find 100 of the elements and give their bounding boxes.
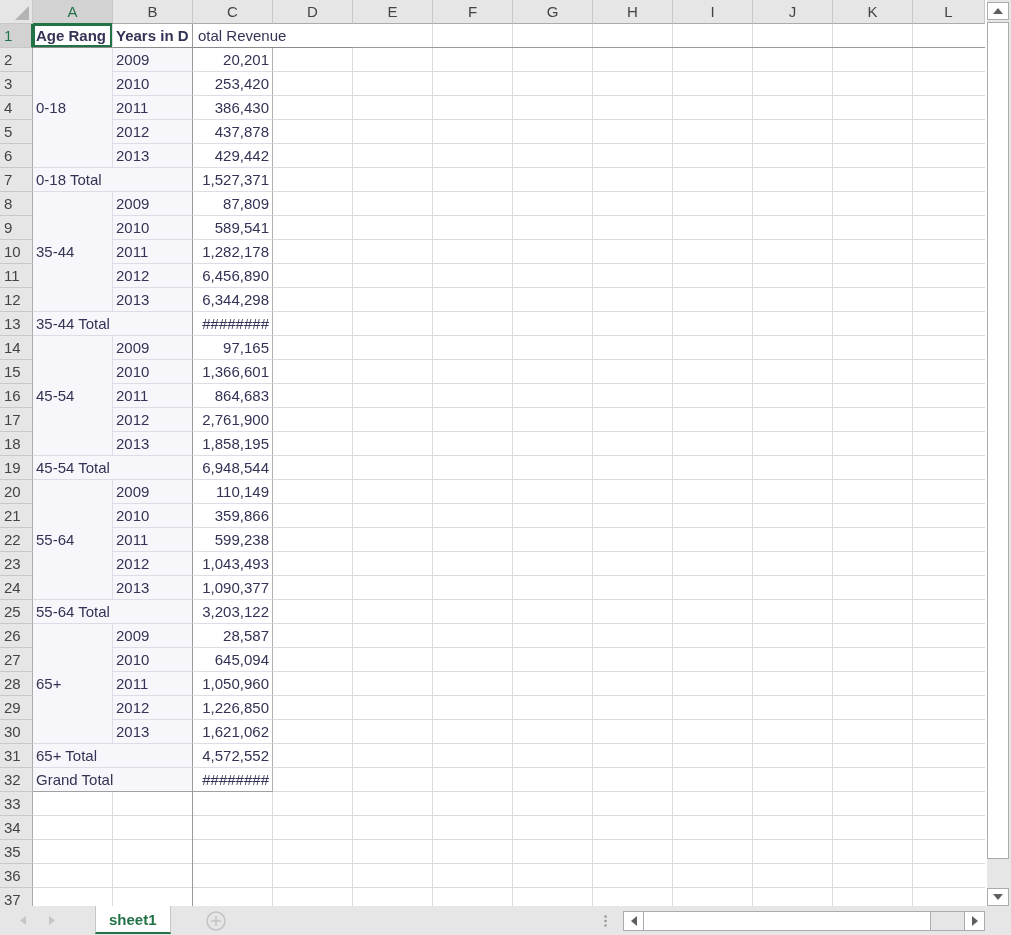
table-cell: 2012 [113, 696, 193, 720]
scroll-up-button[interactable] [987, 2, 1009, 20]
table-cell: 1,050,960 [193, 672, 273, 696]
cell-grid[interactable] [0, 0, 985, 906]
vertical-scrollbar[interactable] [987, 0, 1011, 906]
table-cell: 2013 [113, 288, 193, 312]
row-header[interactable]: 9 [0, 216, 33, 240]
table-cell: 65+ Total [33, 744, 193, 768]
table-cell: 1,282,178 [193, 240, 273, 264]
row-header[interactable]: 31 [0, 744, 33, 768]
row-header[interactable]: 37 [0, 888, 33, 906]
row-header[interactable]: 12 [0, 288, 33, 312]
row-header[interactable]: 13 [0, 312, 33, 336]
row-header[interactable]: 16 [0, 384, 33, 408]
column-header[interactable]: B [113, 0, 193, 24]
column-header[interactable]: A [33, 0, 113, 24]
table-cell: 87,809 [193, 192, 273, 216]
splitter-icon[interactable] [604, 914, 607, 927]
row-header[interactable]: 30 [0, 720, 33, 744]
caret-down-icon [993, 894, 1003, 900]
scrollbar-thumb[interactable] [987, 22, 1009, 859]
table-cell: 864,683 [193, 384, 273, 408]
table-cell: 3,203,122 [193, 600, 273, 624]
table-cell: 55-64 [33, 480, 113, 600]
row-header[interactable]: 8 [0, 192, 33, 216]
row-header[interactable]: 20 [0, 480, 33, 504]
table-cell: 2013 [113, 432, 193, 456]
horizontal-scrollbar[interactable] [623, 910, 985, 931]
row-header[interactable]: 33 [0, 792, 33, 816]
scroll-left-button[interactable] [624, 911, 643, 930]
column-header[interactable]: J [753, 0, 833, 24]
column-header[interactable]: I [673, 0, 753, 24]
row-header[interactable]: 27 [0, 648, 33, 672]
row-header[interactable]: 7 [0, 168, 33, 192]
table-cell: 2010 [113, 648, 193, 672]
scroll-down-button[interactable] [987, 888, 1009, 906]
table-cell: 1,090,377 [193, 576, 273, 600]
row-header[interactable]: 10 [0, 240, 33, 264]
table-cell: 2011 [113, 528, 193, 552]
table-cell: 55-64 Total [33, 600, 193, 624]
row-header[interactable]: 23 [0, 552, 33, 576]
table-cell: 35-44 [33, 192, 113, 312]
column-header[interactable]: C [193, 0, 273, 24]
row-header[interactable]: 21 [0, 504, 33, 528]
column-header[interactable]: E [353, 0, 433, 24]
row-header[interactable]: 36 [0, 864, 33, 888]
table-cell: 2011 [113, 96, 193, 120]
add-sheet-icon[interactable] [205, 910, 226, 931]
row-header[interactable]: 24 [0, 576, 33, 600]
row-header[interactable]: 35 [0, 840, 33, 864]
row-header[interactable]: 32 [0, 768, 33, 792]
row-header[interactable]: 11 [0, 264, 33, 288]
caret-right-icon [971, 915, 978, 926]
table-cell: 2012 [113, 552, 193, 576]
table-cell: 1,226,850 [193, 696, 273, 720]
row-header[interactable]: 3 [0, 72, 33, 96]
row-header[interactable]: 2 [0, 48, 33, 72]
table-cell: 2010 [113, 72, 193, 96]
table-cell: Grand Total [33, 768, 193, 792]
column-header[interactable]: L [913, 0, 985, 24]
table-cell: 6,344,298 [193, 288, 273, 312]
row-header[interactable]: 1 [0, 24, 33, 48]
row-header[interactable]: 15 [0, 360, 33, 384]
column-header[interactable]: G [513, 0, 593, 24]
row-header[interactable]: 14 [0, 336, 33, 360]
row-header[interactable]: 26 [0, 624, 33, 648]
row-header[interactable]: 4 [0, 96, 33, 120]
sheet-tab[interactable]: sheet1 [95, 906, 171, 934]
row-header[interactable]: 29 [0, 696, 33, 720]
row-header[interactable]: 34 [0, 816, 33, 840]
table-cell: 645,094 [193, 648, 273, 672]
table-cell: 1,366,601 [193, 360, 273, 384]
previous-sheet-icon[interactable] [20, 916, 26, 925]
caret-left-icon [630, 915, 637, 926]
column-header[interactable]: K [833, 0, 913, 24]
table-cell: 45-54 Total [33, 456, 193, 480]
row-header[interactable]: 6 [0, 144, 33, 168]
table-cell: 2009 [113, 624, 193, 648]
row-header[interactable]: 25 [0, 600, 33, 624]
row-header[interactable]: 5 [0, 120, 33, 144]
select-all-corner[interactable] [0, 0, 33, 24]
table-cell: 45-54 [33, 336, 113, 456]
column-header[interactable]: F [433, 0, 513, 24]
row-header[interactable]: 28 [0, 672, 33, 696]
table-cell: 2009 [113, 48, 193, 72]
row-header[interactable]: 17 [0, 408, 33, 432]
column-header[interactable]: D [273, 0, 353, 24]
row-header[interactable]: 18 [0, 432, 33, 456]
table-cell: 6,456,890 [193, 264, 273, 288]
scroll-right-button[interactable] [965, 911, 984, 930]
column-header[interactable]: H [593, 0, 673, 24]
table-cell: 2013 [113, 576, 193, 600]
table-cell: 1,043,493 [193, 552, 273, 576]
row-header[interactable]: 22 [0, 528, 33, 552]
next-sheet-icon[interactable] [49, 916, 55, 925]
row-header[interactable]: 19 [0, 456, 33, 480]
table-cell: 2009 [113, 480, 193, 504]
scrollbar-thumb[interactable] [644, 911, 931, 930]
table-cell: 35-44 Total [33, 312, 193, 336]
triangle-icon [15, 6, 29, 20]
